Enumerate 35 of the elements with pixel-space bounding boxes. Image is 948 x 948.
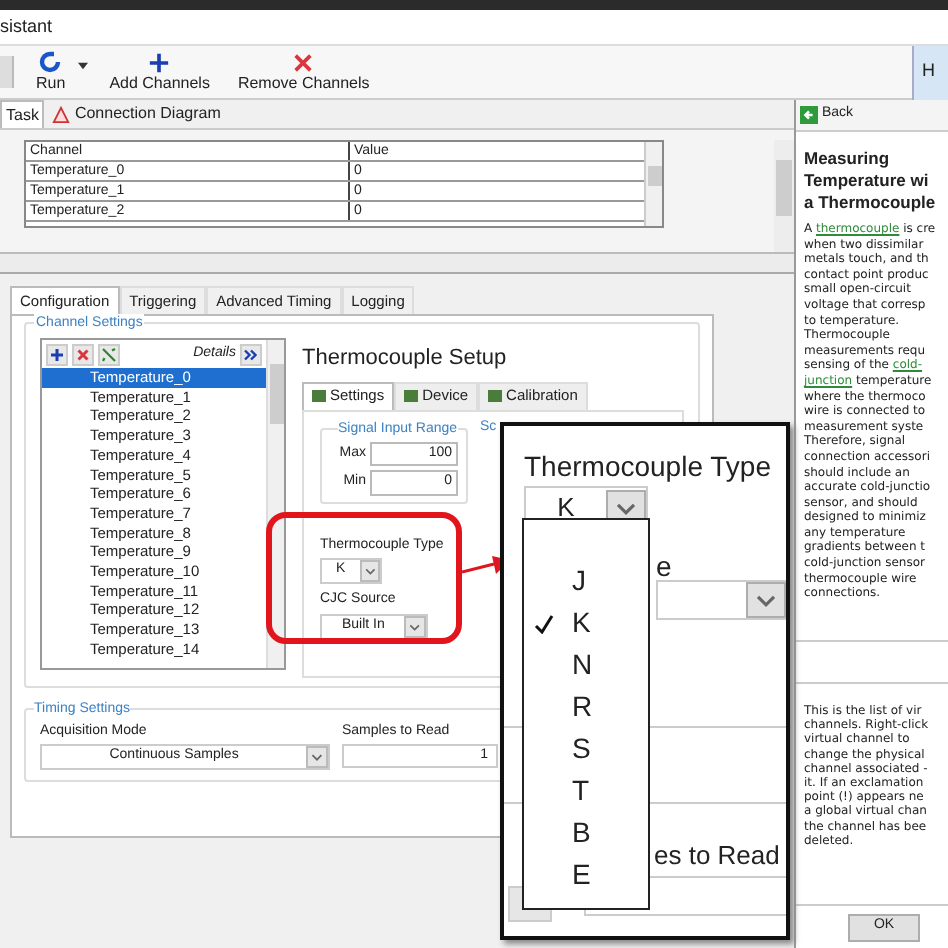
section-title: Thermocouple Setup [302,344,509,374]
plus-icon[interactable] [46,343,68,365]
toolbar-button[interactable]: Run [30,50,72,94]
tab-icon [404,390,419,402]
x-icon[interactable] [72,343,94,365]
double-chevron-icon[interactable] [240,343,262,365]
scrollbar[interactable] [774,140,794,252]
field-label: e [656,548,672,586]
field-label: es to Read [654,838,780,874]
tab[interactable]: Connection Diagram [48,100,225,128]
tab[interactable]: Task [0,100,45,128]
tab-icon [312,390,326,402]
x-icon [292,51,315,73]
plus-icon [148,51,171,73]
menu-option[interactable]: E [524,854,648,896]
menu-option[interactable]: N [524,644,648,686]
window-title: sistant [0,13,53,40]
toolbar-button[interactable]: Remove Channels [231,51,376,93]
menu-option[interactable]: S [524,728,648,770]
caret-icon[interactable] [77,62,88,70]
menu-option[interactable]: R [524,686,648,728]
back-arrow-icon[interactable] [800,106,818,124]
menu-option[interactable]: B [524,812,648,854]
help-button[interactable]: H [912,45,948,99]
menu-option[interactable]: K [524,602,648,644]
wand-icon[interactable] [98,343,120,365]
diagram-icon [52,105,71,123]
scrollbar[interactable] [644,142,662,226]
menu-option[interactable]: J [524,560,648,602]
menu-option[interactable]: T [524,770,648,812]
field-label: Thermocouple Type [524,450,771,482]
toolbar-button[interactable]: Add Channels [103,51,216,93]
help-title: Measuring Temperature wi a Thermocouple [804,148,938,214]
refresh-icon [38,50,63,74]
tab-icon [488,390,503,402]
